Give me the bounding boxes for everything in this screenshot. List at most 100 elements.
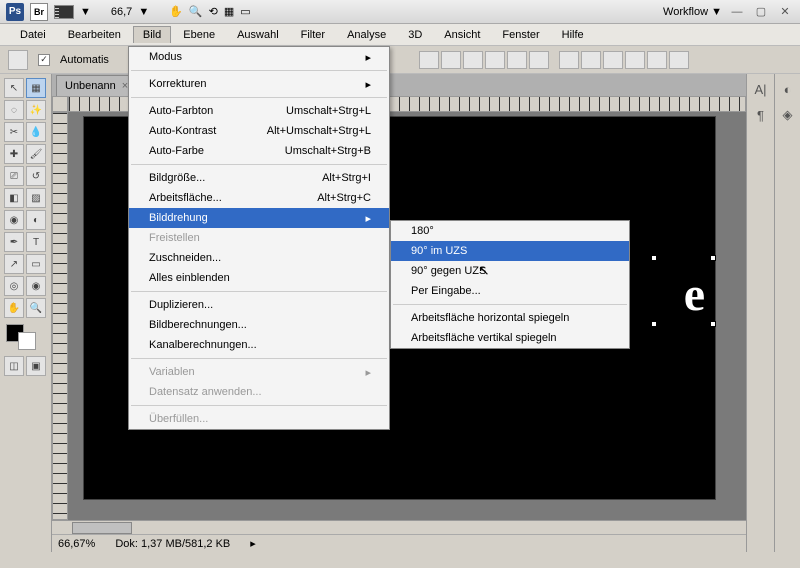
menu-item[interactable]: 180° — [391, 221, 629, 241]
hand-tool[interactable]: ✋ — [4, 298, 24, 318]
3d-camera-tool[interactable]: ◉ — [26, 276, 46, 296]
align-icon[interactable] — [441, 51, 461, 69]
quickmask-tool[interactable]: ◫ — [4, 356, 24, 376]
path-tool[interactable]: ↗ — [4, 254, 24, 274]
align-icon[interactable] — [419, 51, 439, 69]
maximize-button[interactable]: ▢ — [752, 5, 770, 19]
minibridge-icon[interactable] — [54, 5, 74, 19]
screenmode-tool[interactable]: ▣ — [26, 356, 46, 376]
ruler-vertical[interactable] — [52, 112, 68, 520]
panel-icon[interactable]: ◐ — [779, 80, 797, 98]
minimize-button[interactable]: — — [728, 5, 746, 19]
menu-item[interactable]: Korrekturen▸ — [129, 74, 389, 94]
panel-icon[interactable]: ¶ — [752, 106, 770, 124]
menu-bearbeiten[interactable]: Bearbeiten — [58, 26, 131, 44]
blur-tool[interactable]: ◉ — [4, 210, 24, 230]
distribute-icon[interactable] — [625, 51, 645, 69]
workspace-switcher[interactable]: Workflow ▼ — [663, 6, 722, 18]
menu-item[interactable]: Auto-FarbtonUmschalt+Strg+L — [129, 101, 389, 121]
pen-tool[interactable]: ✒ — [4, 232, 24, 252]
menu-item[interactable]: Per Eingabe... — [391, 281, 629, 301]
menu-hilfe[interactable]: Hilfe — [552, 26, 594, 44]
3d-tool[interactable]: ◎ — [4, 276, 24, 296]
eyedropper-tool[interactable]: 💧 — [26, 122, 46, 142]
bridge-icon[interactable]: Br — [30, 3, 48, 21]
transform-handle[interactable] — [651, 255, 657, 261]
scrollbar-horizontal[interactable] — [52, 520, 746, 534]
arrow-down-icon[interactable]: ▼ — [138, 6, 149, 18]
arrow-right-icon[interactable]: ▸ — [250, 537, 256, 550]
close-button[interactable]: ✕ — [776, 5, 794, 19]
document-tab[interactable]: Unbenann× — [56, 75, 137, 96]
align-icon[interactable] — [507, 51, 527, 69]
move-tool[interactable]: ↖ — [4, 78, 24, 98]
arrow-down-icon[interactable]: ▼ — [80, 6, 91, 18]
menu-datei[interactable]: Datei — [10, 26, 56, 44]
screenmode-icon[interactable]: ▭ — [240, 5, 250, 18]
color-swatches[interactable] — [4, 324, 46, 354]
transform-handle[interactable] — [710, 255, 716, 261]
distribute-icon[interactable] — [669, 51, 689, 69]
healing-tool[interactable]: ✚ — [4, 144, 24, 164]
menu-item[interactable]: 90° im UZS — [391, 241, 629, 261]
zoom-percent[interactable]: 66,67% — [58, 538, 95, 550]
rotate-view-icon[interactable]: ⟲ — [209, 5, 218, 18]
menu-item[interactable]: Bildberechnungen... — [129, 315, 389, 335]
transform-handle[interactable] — [651, 321, 657, 327]
menu-item[interactable]: Zuschneiden... — [129, 248, 389, 268]
align-icon[interactable] — [463, 51, 483, 69]
arrange-icon[interactable]: ▦ — [224, 5, 234, 18]
menu-item[interactable]: Arbeitsfläche horizontal spiegeln — [391, 308, 629, 328]
panel-icon[interactable]: ◈ — [779, 106, 797, 124]
menu-item[interactable]: Auto-FarbeUmschalt+Strg+B — [129, 141, 389, 161]
transform-handle[interactable] — [710, 321, 716, 327]
menu-item[interactable]: Bilddrehung▸ — [129, 208, 389, 228]
brush-tool[interactable]: 🖌 — [26, 144, 46, 164]
marquee-tool[interactable]: ▦ — [26, 78, 46, 98]
distribute-icon[interactable] — [647, 51, 667, 69]
menu-item[interactable]: Arbeitsfläche...Alt+Strg+C — [129, 188, 389, 208]
eraser-tool[interactable]: ◧ — [4, 188, 24, 208]
panel-icon[interactable]: A| — [752, 80, 770, 98]
distribute-icon[interactable] — [603, 51, 623, 69]
zoom-tool[interactable]: 🔍 — [26, 298, 46, 318]
menu-analyse[interactable]: Analyse — [337, 26, 396, 44]
align-icon[interactable] — [485, 51, 505, 69]
menu-ansicht[interactable]: Ansicht — [434, 26, 490, 44]
menu-ebene[interactable]: Ebene — [173, 26, 225, 44]
menu-item[interactable]: Duplizieren... — [129, 295, 389, 315]
menu-item[interactable]: 90° gegen UZS — [391, 261, 629, 281]
auto-select-checkbox[interactable]: ✓ — [38, 54, 50, 66]
menu-item[interactable]: Auto-KontrastAlt+Umschalt+Strg+L — [129, 121, 389, 141]
menu-3d[interactable]: 3D — [398, 26, 432, 44]
submenu-arrow-icon: ▸ — [345, 78, 371, 91]
menu-item[interactable]: Modus▸ — [129, 47, 389, 67]
dodge-tool[interactable]: ◐ — [26, 210, 46, 230]
menu-item-label: Bildgröße... — [149, 172, 205, 184]
crop-tool[interactable]: ✂ — [4, 122, 24, 142]
distribute-icon[interactable] — [559, 51, 579, 69]
hand-icon[interactable]: ✋ — [169, 5, 183, 18]
distribute-icon[interactable] — [581, 51, 601, 69]
menu-fenster[interactable]: Fenster — [492, 26, 549, 44]
menu-item-label: Arbeitsfläche... — [149, 192, 222, 204]
gradient-tool[interactable]: ▨ — [26, 188, 46, 208]
menu-item[interactable]: Kanalberechnungen... — [129, 335, 389, 355]
menu-bild[interactable]: Bild — [133, 26, 171, 43]
menu-item[interactable]: Arbeitsfläche vertikal spiegeln — [391, 328, 629, 348]
zoom-level[interactable]: 66,7 — [111, 6, 132, 18]
type-tool[interactable]: T — [26, 232, 46, 252]
menu-item[interactable]: Bildgröße...Alt+Strg+I — [129, 168, 389, 188]
history-brush-tool[interactable]: ↺ — [26, 166, 46, 186]
shape-tool[interactable]: ▭ — [26, 254, 46, 274]
menu-item[interactable]: Alles einblenden — [129, 268, 389, 288]
wand-tool[interactable]: ✨ — [26, 100, 46, 120]
move-tool-preset-icon[interactable] — [8, 50, 28, 70]
menu-filter[interactable]: Filter — [291, 26, 335, 44]
align-icon[interactable] — [529, 51, 549, 69]
lasso-tool[interactable]: ◌ — [4, 100, 24, 120]
text-layer[interactable]: e — [684, 267, 705, 322]
menu-auswahl[interactable]: Auswahl — [227, 26, 289, 44]
stamp-tool[interactable]: ⎚ — [4, 166, 24, 186]
zoom-icon[interactable]: 🔍 — [189, 5, 203, 18]
